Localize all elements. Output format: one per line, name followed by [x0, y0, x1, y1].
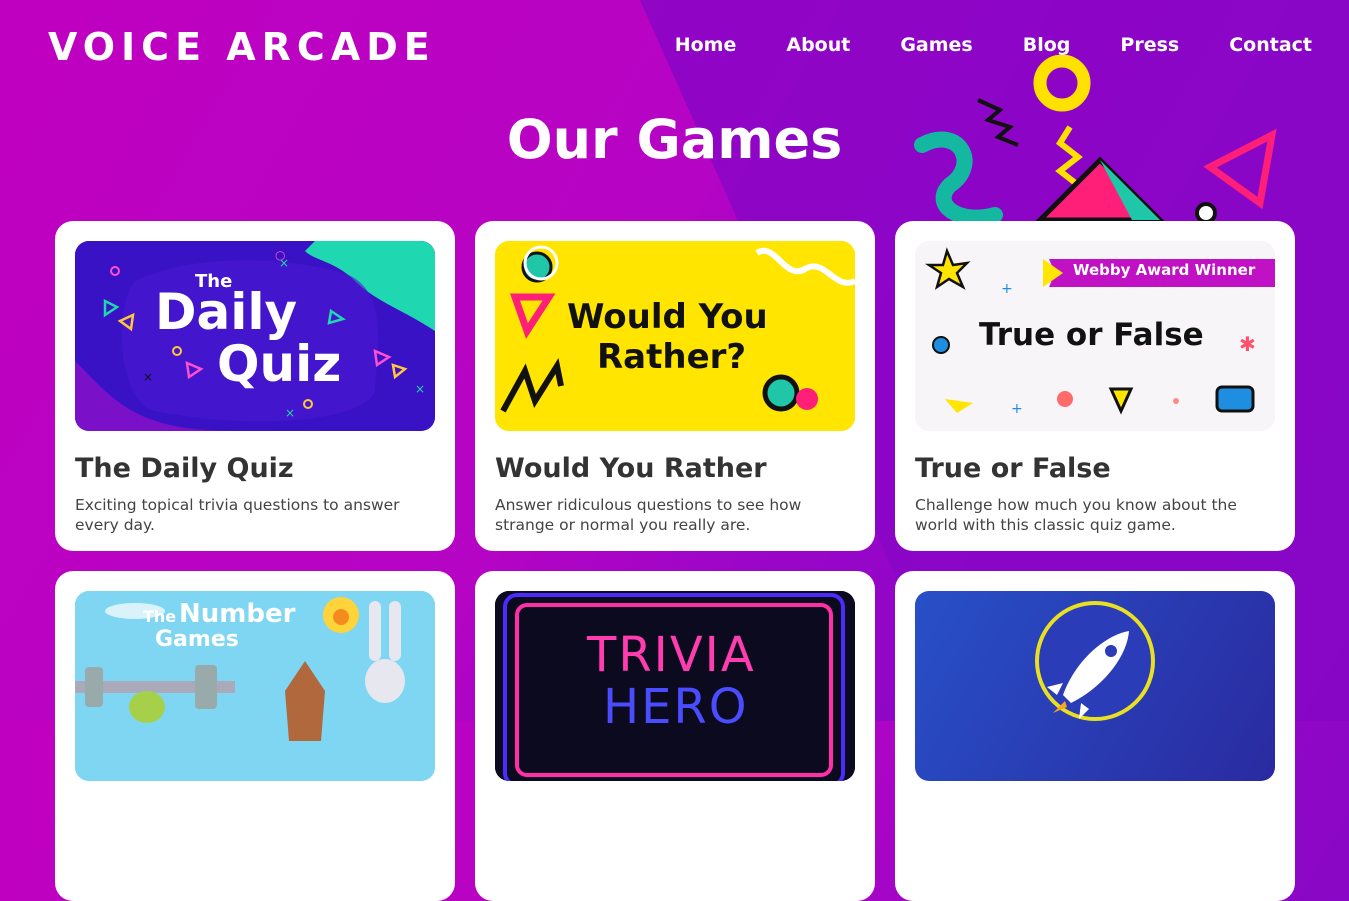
page-title: Our Games: [506, 108, 843, 171]
nav-blog[interactable]: Blog: [1023, 34, 1071, 56]
main-nav: Home About Games Blog Press Contact: [675, 34, 1312, 56]
yellow-ring-shape: [1033, 55, 1091, 112]
game-description: Exciting topical trivia questions to ans…: [75, 496, 400, 534]
svg-text:×: ×: [279, 256, 289, 270]
game-card-rocket[interactable]: [895, 571, 1295, 901]
game-description: Challenge how much you know about the wo…: [915, 496, 1237, 534]
daily-quiz-thumbnail[interactable]: ○ × × × × The Daily Quiz: [75, 241, 435, 431]
game-card-true-or-false[interactable]: + + ✱ Webby Award Winner True or False T…: [895, 221, 1295, 551]
rocket-icon: [1035, 601, 1155, 721]
number-games-thumb-the: The: [143, 607, 177, 626]
trivia-hero-thumb-hero: HERO: [603, 679, 749, 735]
wyr-thumb-line2: Rather?: [597, 337, 747, 377]
wyr-thumb-line1: Would You: [567, 297, 768, 337]
game-title[interactable]: True or False: [915, 453, 1275, 485]
nav-contact[interactable]: Contact: [1229, 34, 1312, 56]
tof-badge: Webby Award Winner: [1073, 261, 1256, 279]
tof-thumb-title: True or False: [979, 317, 1204, 353]
game-card-trivia-hero[interactable]: TRIVIA HERO: [475, 571, 875, 901]
game-card-would-you-rather[interactable]: Would You Rather? Would You Rather Answe…: [475, 221, 875, 551]
voice-arcade-logo[interactable]: VOICE ARCADE: [48, 24, 436, 70]
game-title[interactable]: The Daily Quiz: [75, 453, 435, 485]
nav-press[interactable]: Press: [1120, 34, 1179, 56]
nav-games[interactable]: Games: [900, 34, 972, 56]
nav-home[interactable]: Home: [675, 34, 737, 56]
game-card-daily-quiz[interactable]: ○ × × × × The Daily Quiz The Daily Quiz …: [55, 221, 455, 551]
small-dot-shape: [1195, 202, 1217, 224]
rocket-game-thumbnail[interactable]: [915, 591, 1275, 781]
svg-text:×: ×: [285, 406, 295, 420]
true-or-false-thumbnail[interactable]: + + ✱ Webby Award Winner True or False: [915, 241, 1275, 431]
trivia-hero-thumbnail[interactable]: TRIVIA HERO: [495, 591, 855, 781]
game-title[interactable]: Would You Rather: [495, 453, 855, 485]
daily-quiz-thumb-quiz: Quiz: [217, 335, 342, 393]
svg-text:+: +: [1011, 401, 1023, 417]
svg-text:×: ×: [143, 370, 153, 384]
svg-text:×: ×: [415, 382, 425, 396]
trivia-hero-thumb-trivia: TRIVIA: [587, 627, 756, 683]
game-card-number-games[interactable]: The Number Games: [55, 571, 455, 901]
nav-about[interactable]: About: [786, 34, 850, 56]
would-you-rather-thumbnail[interactable]: Would You Rather?: [495, 241, 855, 431]
game-description: Answer ridiculous questions to see how s…: [495, 496, 802, 534]
number-games-thumb-number: Number: [179, 599, 296, 629]
svg-text:+: +: [1001, 281, 1013, 297]
number-games-thumbnail[interactable]: The Number Games: [75, 591, 435, 781]
daily-quiz-thumb-daily: Daily: [155, 283, 298, 341]
svg-text:✱: ✱: [1239, 332, 1256, 356]
number-games-thumb-games: Games: [155, 627, 239, 652]
